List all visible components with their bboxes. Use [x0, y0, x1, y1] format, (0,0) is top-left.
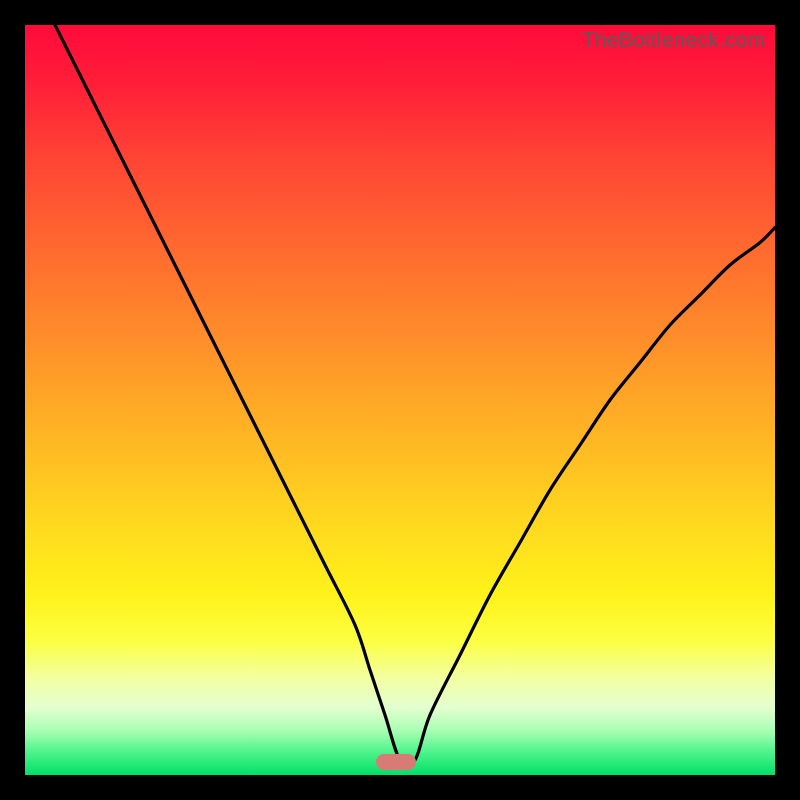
- curve-path: [55, 25, 775, 766]
- optimal-point-marker: [376, 754, 416, 770]
- chart-frame: TheBottleneck.com: [0, 0, 800, 800]
- bottleneck-curve: [25, 25, 775, 775]
- plot-area: TheBottleneck.com: [25, 25, 775, 775]
